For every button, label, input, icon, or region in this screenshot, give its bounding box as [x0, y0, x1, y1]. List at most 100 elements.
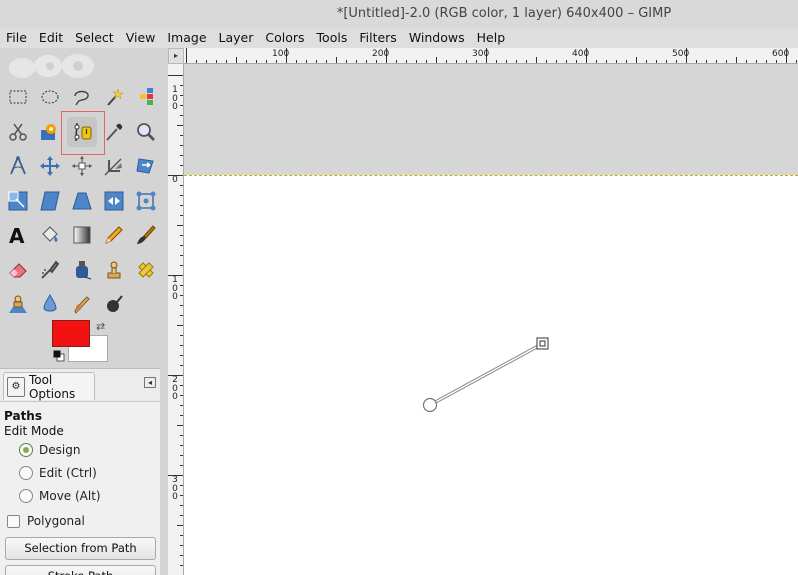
- move-icon: [40, 156, 60, 176]
- ruler-corner-menu-button[interactable]: ▸: [168, 48, 184, 64]
- cage-transform-tool[interactable]: [131, 186, 161, 216]
- mode-edit-option[interactable]: Edit (Ctrl): [4, 461, 156, 484]
- stroke-path-button[interactable]: Stroke Path: [5, 565, 156, 575]
- dodge-burn-tool[interactable]: [99, 289, 129, 319]
- color-picker-tool[interactable]: [99, 117, 129, 147]
- scissors-select-tool[interactable]: [3, 117, 33, 147]
- mode-move-option[interactable]: Move (Alt): [4, 484, 156, 507]
- canvas-area[interactable]: [184, 64, 798, 575]
- tab-tool-options[interactable]: ⚙ Tool Options: [3, 372, 95, 401]
- horizontal-ruler[interactable]: 100 200 300 400 500 600: [184, 48, 798, 64]
- path-anchor-active[interactable]: [536, 337, 549, 350]
- svg-text:A: A: [9, 224, 25, 246]
- mode-design-option[interactable]: Design: [4, 438, 156, 461]
- menu-filters[interactable]: Filters: [353, 28, 402, 48]
- ellipse-select-tool[interactable]: [35, 82, 65, 112]
- paintbrush-tool[interactable]: [131, 220, 161, 250]
- menu-bar: File Edit Select View Image Layer Colors…: [0, 28, 798, 48]
- wilber-logo-icon: [9, 54, 94, 78]
- rotate-tool[interactable]: [131, 151, 161, 181]
- path-anchor-start[interactable]: [422, 397, 438, 413]
- radio-design-label: Design: [39, 442, 81, 457]
- heal-icon: [138, 261, 154, 278]
- radio-move[interactable]: [19, 488, 33, 503]
- default-colors-icon[interactable]: [53, 350, 65, 362]
- menu-image[interactable]: Image: [161, 28, 212, 48]
- heal-tool[interactable]: [131, 255, 161, 285]
- shear-icon: [40, 191, 60, 210]
- foreground-select-icon: [41, 123, 56, 140]
- blend-tool[interactable]: [67, 220, 97, 250]
- edit-mode-label: Edit Mode: [4, 424, 64, 438]
- swap-colors-icon[interactable]: ⇄: [96, 320, 105, 333]
- foreground-color-swatch[interactable]: [52, 320, 90, 347]
- airbrush-icon: [41, 260, 60, 279]
- text-tool[interactable]: A: [3, 220, 33, 250]
- ruler-label-500: 500: [672, 49, 690, 59]
- pencil-tool[interactable]: [99, 220, 129, 250]
- align-tool[interactable]: [67, 151, 97, 181]
- paths-tool-icon: [74, 122, 92, 141]
- perspective-clone-tool[interactable]: [3, 289, 33, 319]
- menu-windows[interactable]: Windows: [403, 28, 471, 48]
- rect-select-tool[interactable]: [3, 82, 33, 112]
- vruler-label-0: 0: [172, 175, 178, 185]
- radio-design[interactable]: [19, 442, 33, 457]
- dodge-burn-icon: [107, 295, 123, 312]
- menu-view[interactable]: View: [120, 28, 162, 48]
- rect-select-icon: [9, 90, 27, 104]
- vruler-label-200: 200: [172, 375, 178, 402]
- clone-icon: [107, 261, 121, 278]
- radio-edit[interactable]: [19, 465, 33, 480]
- perspective-tool[interactable]: [67, 186, 97, 216]
- scale-tool[interactable]: [3, 186, 33, 216]
- menu-edit[interactable]: Edit: [33, 28, 69, 48]
- text-icon: A: [9, 224, 25, 246]
- ink-icon: [76, 260, 92, 279]
- polygonal-checkbox[interactable]: [7, 514, 20, 528]
- shear-tool[interactable]: [35, 186, 65, 216]
- menu-layer[interactable]: Layer: [213, 28, 260, 48]
- paths-tool[interactable]: [61, 110, 105, 155]
- smudge-icon: [74, 296, 90, 314]
- radio-move-label: Move (Alt): [39, 488, 101, 503]
- fuzzy-select-tool[interactable]: [99, 82, 129, 112]
- clone-tool[interactable]: [99, 255, 129, 285]
- move-tool[interactable]: [35, 151, 65, 181]
- free-select-tool[interactable]: [67, 82, 97, 112]
- menu-tools[interactable]: Tools: [311, 28, 354, 48]
- select-by-color-icon: [140, 88, 153, 105]
- menu-file[interactable]: File: [0, 28, 33, 48]
- ink-tool[interactable]: [67, 255, 97, 285]
- ruler-label-200: 200: [372, 49, 390, 59]
- flip-tool[interactable]: [99, 186, 129, 216]
- align-icon: [72, 156, 92, 176]
- blur-tool[interactable]: [35, 289, 65, 319]
- measure-tool[interactable]: [3, 151, 33, 181]
- paintbrush-icon: [137, 225, 156, 244]
- menu-colors[interactable]: Colors: [259, 28, 310, 48]
- zoom-tool[interactable]: [131, 117, 161, 147]
- menu-help[interactable]: Help: [471, 28, 512, 48]
- vertical-ruler[interactable]: 100 0 100 200 300: [168, 64, 184, 575]
- vruler-label-100: 100: [172, 275, 178, 302]
- dock-menu-button[interactable]: ◂: [144, 377, 156, 388]
- eraser-tool[interactable]: [3, 255, 33, 285]
- polygonal-option[interactable]: Polygonal: [4, 509, 156, 533]
- path-segment-inner: [429, 343, 543, 406]
- color-selector: ⇄: [52, 320, 112, 368]
- ruler-label-600: 600: [772, 49, 790, 59]
- bucket-fill-tool[interactable]: [35, 220, 65, 250]
- select-by-color-tool[interactable]: [131, 82, 161, 112]
- menu-select[interactable]: Select: [69, 28, 120, 48]
- blur-icon: [43, 293, 57, 312]
- scale-icon: [8, 191, 28, 210]
- tool-options-icon: ⚙: [7, 376, 25, 397]
- rotate-icon: [136, 158, 154, 174]
- smudge-tool[interactable]: [67, 289, 97, 319]
- ruler-label-400: 400: [572, 49, 590, 59]
- path-overlay[interactable]: [184, 64, 798, 575]
- crop-tool[interactable]: [99, 151, 129, 181]
- airbrush-tool[interactable]: [35, 255, 65, 285]
- selection-from-path-button[interactable]: Selection from Path: [5, 537, 156, 560]
